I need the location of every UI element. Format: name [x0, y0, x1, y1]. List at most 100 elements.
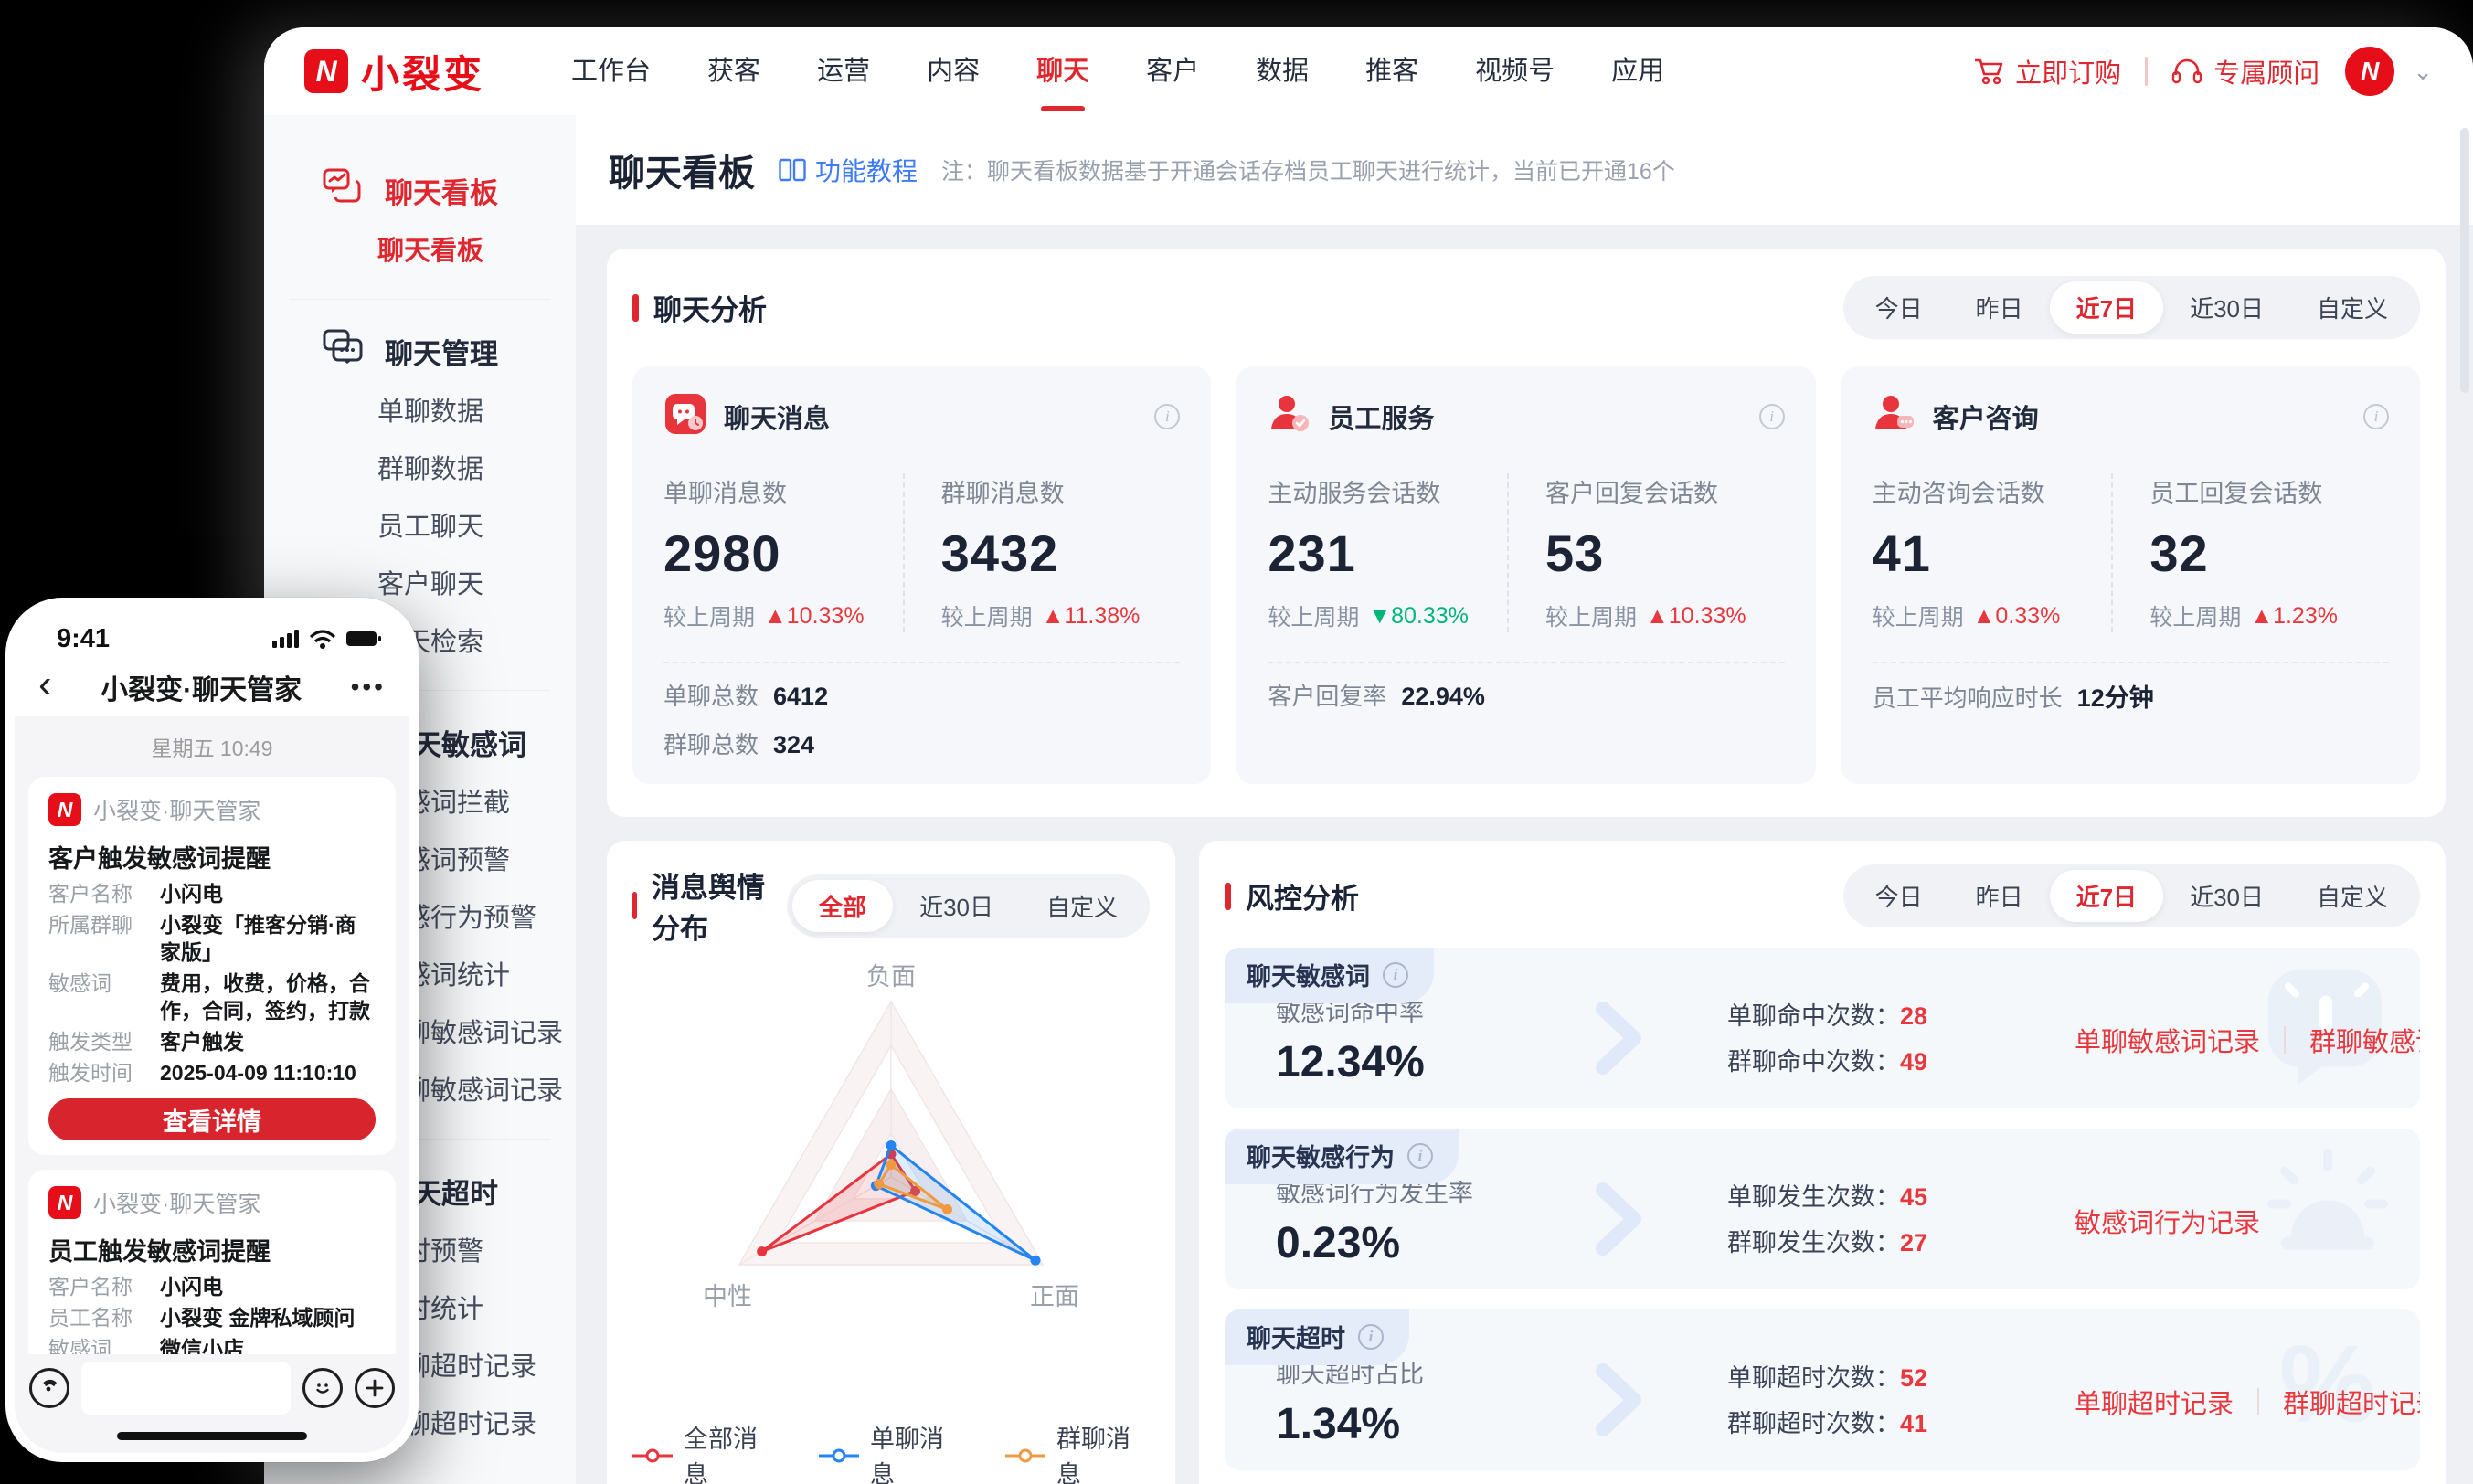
risk-stat-value: 45 — [1900, 1183, 1927, 1211]
more-icon[interactable]: ••• — [351, 673, 386, 702]
sentiment-tab-近30日[interactable]: 近30日 — [893, 880, 1020, 932]
date-tab-昨日[interactable]: 昨日 — [1949, 281, 2050, 334]
sentiment-header: 消息舆情分布 全部近30日自定义 — [632, 864, 1150, 947]
nav-item-聊天[interactable]: 聊天 — [1008, 27, 1118, 115]
message-input[interactable] — [81, 1362, 291, 1415]
metric-label: 主动服务会话数 — [1268, 473, 1507, 509]
date-tab-今日[interactable]: 今日 — [1849, 870, 1949, 922]
footer-value: 6412 — [773, 683, 828, 710]
date-tab-自定义[interactable]: 自定义 — [2290, 281, 2415, 334]
nav-item-数据[interactable]: 数据 — [1227, 27, 1337, 115]
view-detail-button[interactable]: 查看详情 — [48, 1098, 376, 1140]
metric-compare: 较上周期▲10.33% — [663, 599, 903, 632]
info-icon[interactable]: i — [1358, 1324, 1384, 1350]
link-敏感词行为记录[interactable]: 敏感词行为记录 — [2075, 1202, 2260, 1240]
emoji-icon[interactable] — [302, 1368, 343, 1408]
info-icon[interactable]: i — [1407, 1143, 1433, 1169]
field-value: 小闪电 — [160, 880, 223, 907]
sidebar-item-员工聊天[interactable]: 员工聊天 — [264, 499, 576, 556]
metric-value: 2980 — [663, 524, 903, 583]
dashed-divider — [1268, 662, 1784, 663]
date-tab-近7日[interactable]: 近7日 — [2050, 281, 2163, 334]
nav-item-客户[interactable]: 客户 — [1118, 27, 1227, 115]
date-tab-近30日[interactable]: 近30日 — [2163, 281, 2290, 334]
phone-chat-title: 小裂变·聊天管家 — [52, 667, 351, 707]
delta-up: ▲1.23% — [2250, 603, 2338, 630]
metric-label: 单聊消息数 — [663, 473, 903, 509]
info-icon[interactable]: i — [2363, 404, 2389, 429]
user-avatar[interactable]: N — [2345, 47, 2394, 96]
metric-compare: 较上周期▲1.23% — [2149, 599, 2389, 632]
metric-主动咨询会话数: 主动咨询会话数41较上周期▲0.33% — [1873, 473, 2112, 632]
plus-icon[interactable] — [355, 1368, 395, 1408]
metric-card-header: 聊天消息i — [663, 392, 1180, 440]
order-now-button[interactable]: 立即订购 — [1973, 52, 2121, 90]
card-footer-line: 员工平均响应时长12分钟 — [1873, 678, 2389, 714]
legend-item-单聊消息[interactable]: 单聊消息 — [819, 1419, 963, 1484]
risk-badge-聊天超时: 聊天超时i — [1225, 1309, 1409, 1365]
date-tab-昨日[interactable]: 昨日 — [1949, 870, 2050, 922]
notification-field: 所属群聊小裂变「推客分销·商家版」 — [48, 911, 376, 966]
voice-icon[interactable] — [29, 1368, 69, 1408]
sentiment-tab-自定义[interactable]: 自定义 — [1020, 880, 1144, 932]
date-tab-近30日[interactable]: 近30日 — [2163, 870, 2290, 922]
field-label: 敏感词 — [48, 1335, 160, 1354]
metric-value: 53 — [1545, 524, 1785, 583]
nav-item-工作台[interactable]: 工作台 — [543, 27, 679, 115]
delta-up: ▲11.38% — [1042, 603, 1141, 630]
middle-row: 消息舆情分布 全部近30日自定义 负面中性正面 全部消息单聊消息群聊消息 风控分… — [607, 841, 2446, 1484]
delta-down: ▼80.33% — [1368, 603, 1469, 630]
brand-name: 小裂变 — [361, 44, 484, 100]
info-icon[interactable]: i — [1759, 404, 1785, 429]
nav-item-获客[interactable]: 获客 — [679, 27, 789, 115]
delta-up: ▲10.33% — [1646, 603, 1746, 630]
date-tab-近7日[interactable]: 近7日 — [2050, 870, 2163, 922]
metric-label: 客户回复会话数 — [1545, 473, 1785, 509]
phone-time: 9:41 — [57, 624, 110, 654]
date-tab-今日[interactable]: 今日 — [1849, 281, 1949, 334]
home-indicator[interactable] — [117, 1432, 307, 1440]
sidebar-item-单聊数据[interactable]: 单聊数据 — [264, 384, 576, 441]
sidebar-item-群聊数据[interactable]: 群聊数据 — [264, 441, 576, 499]
nav-item-运营[interactable]: 运营 — [789, 27, 898, 115]
sentiment-tab-全部[interactable]: 全部 — [792, 880, 893, 932]
chevron-down-icon[interactable]: ⌄ — [2413, 58, 2433, 86]
footer-value: 22.94% — [1401, 683, 1485, 710]
metric-label: 群聊消息数 — [941, 473, 1181, 509]
section-accent-bar — [632, 892, 637, 919]
card-footer-line: 客户回复率22.94% — [1268, 678, 1784, 712]
date-range-tabs: 今日昨日近7日近30日自定义 — [1843, 276, 2420, 339]
link-群聊敏感词记录[interactable]: 群聊敏感词记录 — [2309, 1021, 2420, 1059]
sidebar-item-聊天看板[interactable]: 聊天看板 — [264, 223, 576, 281]
notification-field: 客户名称小闪电 — [48, 1273, 376, 1300]
notification-card: N小裂变·聊天管家客户触发敏感词提醒客户名称小闪电所属群聊小裂变「推客分销·商家… — [28, 777, 396, 1155]
risk-panel: 风控分析 今日昨日近7日近30日自定义 聊天敏感词i敏感词命中率12.34%单聊… — [1199, 841, 2446, 1484]
date-tab-自定义[interactable]: 自定义 — [2290, 870, 2415, 922]
scrollbar[interactable] — [2460, 128, 2469, 393]
sentiment-radar-chart: 负面中性正面 — [632, 947, 1150, 1413]
nav-item-视频号[interactable]: 视频号 — [1447, 27, 1583, 115]
nav-item-推客[interactable]: 推客 — [1337, 27, 1447, 115]
sidebar-group-聊天管理[interactable]: 聊天管理 — [264, 318, 576, 384]
staff-service-icon — [1268, 392, 1311, 440]
back-icon[interactable]: ‹ — [38, 664, 52, 705]
sidebar-group-聊天看板[interactable]: 聊天看板 — [264, 157, 576, 223]
compare-label: 较上周期 — [1545, 599, 1637, 632]
link-单聊敏感词记录[interactable]: 单聊敏感词记录 — [2075, 1021, 2260, 1059]
link-单聊超时记录[interactable]: 单聊超时记录 — [2075, 1383, 2234, 1421]
link-群聊超时记录[interactable]: 群聊超时记录 — [2283, 1383, 2420, 1421]
info-icon[interactable]: i — [1383, 962, 1408, 988]
phone-nav-bar: ‹ 小裂变·聊天管家 ••• — [15, 658, 409, 716]
advisor-button[interactable]: 专属顾问 — [2171, 52, 2319, 90]
legend-item-全部消息[interactable]: 全部消息 — [632, 1419, 777, 1484]
nav-item-内容[interactable]: 内容 — [898, 27, 1008, 115]
nav-item-应用[interactable]: 应用 — [1583, 27, 1693, 115]
tutorial-link[interactable]: 功能教程 — [779, 152, 918, 188]
risk-stats: 单聊命中次数：28群聊命中次数：49 — [1727, 994, 2075, 1086]
legend-item-群聊消息[interactable]: 群聊消息 — [1005, 1419, 1150, 1484]
chat-manage-icon — [323, 329, 365, 373]
sidebar-divider — [290, 299, 550, 300]
risk-stat-label: 单聊命中次数： — [1727, 1002, 1900, 1030]
metric-card-header: 员工服务i — [1268, 392, 1784, 440]
info-icon[interactable]: i — [1154, 404, 1180, 429]
